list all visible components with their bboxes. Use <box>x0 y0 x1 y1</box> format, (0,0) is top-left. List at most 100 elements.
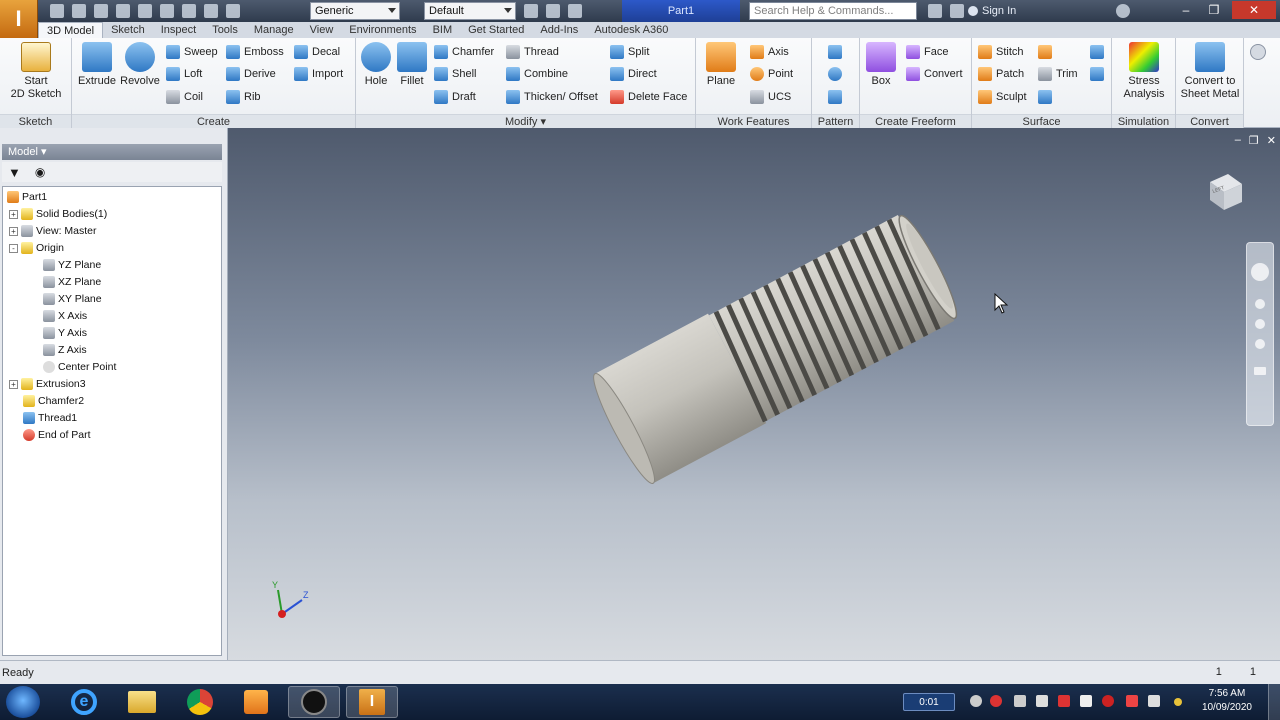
star-icon[interactable] <box>950 4 964 18</box>
ucs-button[interactable]: UCS <box>750 88 791 106</box>
tree-node-xy-plane[interactable]: XY Plane <box>43 291 102 307</box>
tab-get-started[interactable]: Get Started <box>460 22 532 38</box>
start-2d-sketch-button[interactable]: Start 2D Sketch <box>8 42 64 101</box>
delete-face-button[interactable]: Delete Face <box>610 88 687 106</box>
coil-button[interactable]: Coil <box>166 88 203 106</box>
appearance-select[interactable]: Default <box>424 2 516 20</box>
point-button[interactable]: Point <box>750 65 793 83</box>
tree-node-thread1[interactable]: Thread1 <box>23 410 77 426</box>
emboss-button[interactable]: Emboss <box>226 43 284 61</box>
restore-button[interactable]: ❐ <box>1201 1 1227 19</box>
sign-in-button[interactable]: Sign In <box>968 0 1016 22</box>
binoculars-icon[interactable] <box>928 4 942 18</box>
tab-bim[interactable]: BIM <box>425 22 461 38</box>
extrude-button[interactable]: Extrude <box>78 42 116 88</box>
import-button[interactable]: Import <box>294 65 343 83</box>
undo-icon[interactable] <box>116 4 130 18</box>
patch-button[interactable]: Patch <box>978 65 1024 83</box>
tree-node-origin[interactable]: - Origin <box>9 240 64 256</box>
tree-node-center-point[interactable]: Center Point <box>43 359 116 375</box>
replace-face-button[interactable] <box>1090 43 1104 61</box>
revolve-button[interactable]: Revolve <box>120 42 160 88</box>
tray-icon-9[interactable] <box>1148 695 1160 707</box>
tree-node-xz-plane[interactable]: XZ Plane <box>43 274 101 290</box>
tray-icon-7[interactable] <box>1102 695 1114 707</box>
tray-icon-6[interactable] <box>1080 695 1092 707</box>
decal-button[interactable]: Decal <box>294 43 340 61</box>
clear-icon[interactable] <box>546 4 560 18</box>
taskbar-file-explorer[interactable] <box>116 686 168 718</box>
tree-node-solid-bodies[interactable]: + Solid Bodies(1) <box>9 206 107 222</box>
tab-inspect[interactable]: Inspect <box>153 22 204 38</box>
face-button[interactable]: Face <box>906 43 948 61</box>
tree-node-z-axis[interactable]: Z Axis <box>43 342 87 358</box>
sweep-button[interactable]: Sweep <box>166 43 218 61</box>
split-button[interactable]: Split <box>610 43 649 61</box>
tree-node-chamfer2[interactable]: Chamfer2 <box>23 393 84 409</box>
box-button[interactable]: Box <box>866 42 896 88</box>
repair-bodies-button[interactable] <box>1090 65 1104 83</box>
tray-icon-5[interactable] <box>1058 695 1070 707</box>
notification-icon[interactable] <box>1174 698 1182 706</box>
browser-header[interactable]: Model ▾ <box>2 144 222 160</box>
tab-sketch[interactable]: Sketch <box>103 22 153 38</box>
update-icon[interactable] <box>182 4 196 18</box>
rectangular-pattern-button[interactable] <box>828 43 842 61</box>
tab-manage[interactable]: Manage <box>246 22 302 38</box>
network-icon[interactable] <box>1014 695 1026 707</box>
tree-node-extrusion3[interactable]: + Extrusion3 <box>9 376 86 392</box>
convert-button[interactable]: Convert <box>906 65 963 83</box>
draft-button[interactable]: Draft <box>434 88 476 106</box>
zoom-icon[interactable] <box>1255 319 1265 329</box>
tree-node-x-axis[interactable]: X Axis <box>43 308 87 324</box>
combine-button[interactable]: Combine <box>506 65 568 83</box>
expand-icon[interactable]: + <box>9 209 18 219</box>
direct-button[interactable]: Direct <box>610 65 657 83</box>
application-menu-button[interactable]: I <box>0 0 38 38</box>
orbit-icon[interactable] <box>1255 339 1265 349</box>
axis-button[interactable]: Axis <box>750 43 789 61</box>
derive-button[interactable]: Derive <box>226 65 276 83</box>
redo-icon[interactable] <box>138 4 152 18</box>
tab-view[interactable]: View <box>302 22 342 38</box>
tab-add-ins[interactable]: Add-Ins <box>532 22 586 38</box>
taskbar-recorder[interactable] <box>288 686 340 718</box>
adjust-icon[interactable] <box>524 4 538 18</box>
select-icon[interactable] <box>204 4 218 18</box>
taskbar-media-player[interactable] <box>230 686 282 718</box>
tree-node-view[interactable]: + View: Master <box>9 223 97 239</box>
taskbar-chrome[interactable] <box>174 686 226 718</box>
convert-to-sheet-metal-button[interactable]: Convert to Sheet Metal <box>1178 42 1242 101</box>
filter-icon[interactable]: ▼ <box>8 165 21 180</box>
tray-icon-8[interactable] <box>1126 695 1138 707</box>
extend-button[interactable] <box>1038 88 1052 106</box>
shell-button[interactable]: Shell <box>434 65 476 83</box>
recording-timer[interactable]: 0:01 <box>903 693 955 711</box>
system-clock[interactable]: 7:56 AM 10/09/2020 <box>1202 687 1252 715</box>
tray-icon-2[interactable] <box>990 695 1002 707</box>
tray-icon-1[interactable] <box>970 695 982 707</box>
collapse-icon[interactable]: - <box>9 243 18 253</box>
tab-tools[interactable]: Tools <box>204 22 246 38</box>
help-search-input[interactable]: Search Help & Commands... <box>749 2 917 20</box>
ribbon-options-icon[interactable] <box>1250 44 1266 60</box>
mirror-button[interactable] <box>828 88 842 106</box>
steering-wheel-icon[interactable] <box>1251 263 1269 281</box>
taskbar-internet-explorer[interactable]: e <box>58 686 110 718</box>
properties-icon[interactable] <box>226 4 240 18</box>
expand-icon[interactable]: + <box>9 379 18 389</box>
save-icon[interactable] <box>94 4 108 18</box>
plane-button[interactable]: Plane <box>704 42 738 88</box>
material-select[interactable]: Generic <box>310 2 400 20</box>
chamfer-button[interactable]: Chamfer <box>434 43 494 61</box>
new-file-icon[interactable] <box>50 4 64 18</box>
tree-node-y-axis[interactable]: Y Axis <box>43 325 87 341</box>
formula-icon[interactable] <box>568 4 582 18</box>
look-at-icon[interactable] <box>1254 367 1266 375</box>
expand-icon[interactable]: + <box>9 226 18 236</box>
find-icon[interactable]: ◉ <box>35 165 45 179</box>
stress-analysis-button[interactable]: Stress Analysis <box>1118 42 1170 101</box>
circular-pattern-button[interactable] <box>828 65 842 83</box>
hole-button[interactable]: Hole <box>360 42 392 88</box>
sculpt-button[interactable]: Sculpt <box>978 88 1027 106</box>
